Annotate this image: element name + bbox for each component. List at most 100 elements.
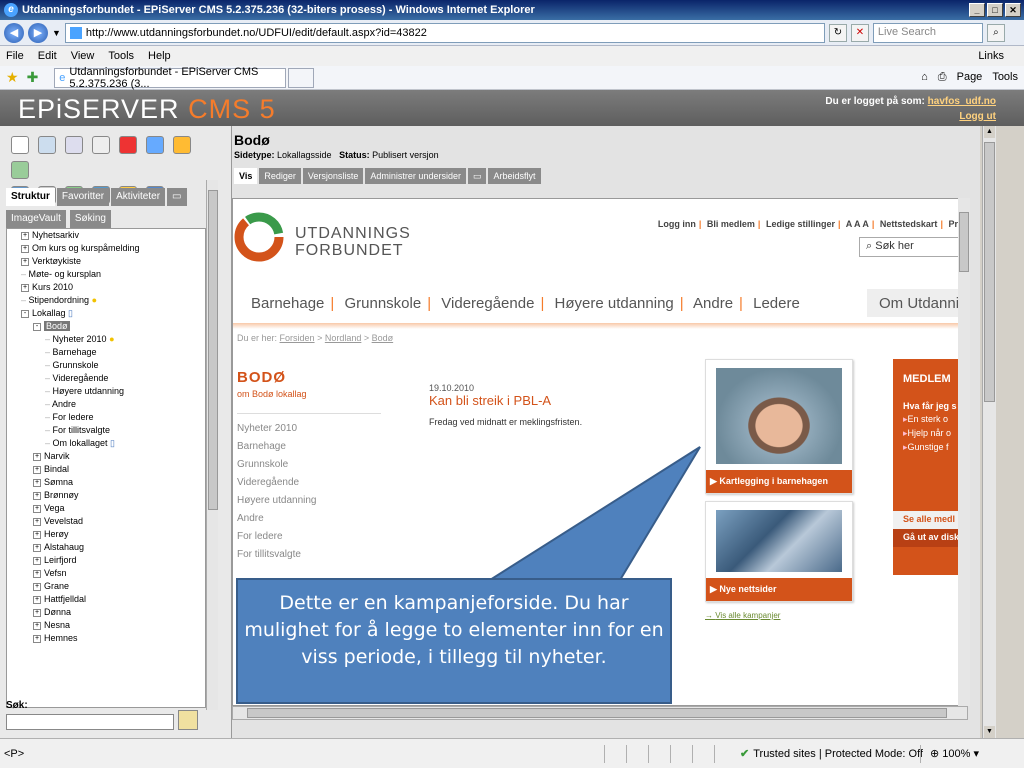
site-vscroll-thumb[interactable]	[959, 212, 969, 272]
refresh-button[interactable]: ↻	[828, 23, 847, 42]
tree-node[interactable]: + Sømna	[7, 476, 205, 489]
tab-struktur[interactable]: Struktur	[6, 188, 55, 206]
stop-button[interactable]: ✕	[850, 23, 869, 42]
more-tabs-icon[interactable]: ▭	[167, 188, 187, 206]
scroll-up-icon[interactable]: ▲	[984, 126, 995, 138]
history-dropdown-icon[interactable]: ▼	[52, 28, 61, 38]
tree-node[interactable]: + Alstahaug	[7, 541, 205, 554]
tree-node[interactable]: + Dønna	[7, 606, 205, 619]
zoom-level[interactable]: ⊕ 100% ▾	[930, 747, 979, 760]
side-nav-item[interactable]: For tillitsvalgte	[237, 546, 381, 564]
site-horizontal-scrollbar[interactable]	[232, 706, 968, 720]
tree-node[interactable]: – Om lokallaget ▯	[7, 437, 205, 450]
menu-edit[interactable]: Edit	[38, 50, 57, 62]
nav-videregaende[interactable]: Videregående	[441, 295, 534, 312]
add-favorites-icon[interactable]: ✚	[27, 69, 39, 86]
nav-ledere[interactable]: Ledere	[753, 295, 800, 312]
expand-icon[interactable]: +	[33, 582, 41, 591]
campaign-caption[interactable]: ▶ Kartlegging i barnehagen	[706, 470, 852, 493]
home-icon[interactable]: ⌂	[921, 71, 928, 84]
page-scroll-thumb[interactable]	[984, 142, 995, 402]
side-nav-item[interactable]: Andre	[237, 510, 381, 528]
expand-icon[interactable]: +	[33, 530, 41, 539]
security-zone[interactable]: ✔ Trusted sites | Protected Mode: Off	[740, 747, 923, 761]
tree-node[interactable]: + Grane	[7, 580, 205, 593]
tab-imagevault[interactable]: ImageVault	[6, 210, 66, 228]
tree-node[interactable]: – Barnehage	[7, 346, 205, 359]
nav-hoyere-utdanning[interactable]: Høyere utdanning	[555, 295, 674, 312]
expand-icon[interactable]: +	[33, 517, 41, 526]
tree-node[interactable]: – Møte- og kursplan	[7, 268, 205, 281]
link-ledige-stillinger[interactable]: Ledige stillinger	[766, 219, 835, 229]
nav-andre[interactable]: Andre	[693, 295, 733, 312]
tree-node[interactable]: – Høyere utdanning	[7, 385, 205, 398]
site-vertical-scrollbar[interactable]	[958, 198, 970, 706]
link-bli-medlem[interactable]: Bli medlem	[707, 219, 755, 229]
tab-vis[interactable]: Vis	[234, 168, 258, 184]
campaign-card-2[interactable]: ▶ Nye nettsider	[705, 501, 853, 602]
font-size-links[interactable]: A A A	[846, 219, 869, 229]
tree-node[interactable]: + Bindal	[7, 463, 205, 476]
tree-node[interactable]: – Videregående	[7, 372, 205, 385]
tree-node[interactable]: + Narvik	[7, 450, 205, 463]
new-page-icon[interactable]	[11, 136, 29, 154]
menu-view[interactable]: View	[71, 50, 95, 62]
tree-node[interactable]: + Om kurs og kurspåmelding	[7, 242, 205, 255]
side-nav-item[interactable]: Nyheter 2010	[237, 420, 381, 438]
news-title-link[interactable]: Kan bli streik i PBL-A	[429, 393, 551, 408]
expand-icon[interactable]: +	[33, 478, 41, 487]
maximize-button[interactable]: □	[987, 3, 1003, 17]
side-nav-item[interactable]: For ledere	[237, 528, 381, 546]
site-hscroll-thumb[interactable]	[247, 708, 947, 718]
username-link[interactable]: havfos_udf.no	[928, 96, 996, 107]
expand-icon[interactable]: +	[33, 491, 41, 500]
side-nav-item[interactable]: Videregående	[237, 474, 381, 492]
expand-icon[interactable]: +	[33, 595, 41, 604]
tree-node[interactable]: + Kurs 2010	[7, 281, 205, 294]
tab-soking[interactable]: Søking	[69, 210, 111, 228]
tree-scroll-thumb[interactable]	[208, 190, 218, 510]
tree-node[interactable]: - Bodø	[7, 320, 205, 333]
expand-icon[interactable]: +	[33, 504, 41, 513]
expand-icon[interactable]: +	[33, 465, 41, 474]
tab-favoritter[interactable]: Favoritter	[56, 188, 110, 206]
expand-icon[interactable]: +	[33, 634, 41, 643]
expand-icon[interactable]: +	[21, 283, 29, 292]
breadcrumb-nordland[interactable]: Nordland	[325, 333, 362, 343]
collapse-icon[interactable]: -	[21, 309, 29, 318]
tree-node[interactable]: + Nyhetsarkiv	[7, 229, 205, 242]
tree-node[interactable]: + Verktøykiste	[7, 255, 205, 268]
tree-node[interactable]: + Herøy	[7, 528, 205, 541]
campaign-card-1[interactable]: ▶ Kartlegging i barnehagen	[705, 359, 853, 494]
tree-node[interactable]: – Andre	[7, 398, 205, 411]
minimize-button[interactable]: _	[969, 3, 985, 17]
tools-menu[interactable]: Tools	[992, 71, 1018, 84]
paste-page-icon[interactable]	[65, 136, 84, 154]
tab-more-icon[interactable]: ▭	[467, 168, 487, 184]
nav-grunnskole[interactable]: Grunnskole	[344, 295, 421, 312]
archive-icon[interactable]	[173, 136, 192, 154]
tree-node[interactable]: – Grunnskole	[7, 359, 205, 372]
tree-scrollbar[interactable]	[206, 180, 218, 710]
breadcrumb-forsiden[interactable]: Forsiden	[280, 333, 315, 343]
favorites-star-icon[interactable]: ★	[6, 69, 19, 86]
window-icon[interactable]	[146, 136, 165, 154]
url-field[interactable]: http://www.utdanningsforbundet.no/UDFUI/…	[64, 22, 825, 43]
search-icon[interactable]: ⌕	[986, 23, 1005, 42]
expand-icon[interactable]: +	[21, 244, 29, 253]
breadcrumb-bodo[interactable]: Bodø	[372, 333, 394, 343]
scroll-down-icon[interactable]: ▼	[984, 726, 995, 738]
left-search-input[interactable]	[6, 714, 174, 730]
se-alle-link[interactable]: Se alle medl	[893, 511, 967, 529]
tree-node[interactable]: + Hemnes	[7, 632, 205, 645]
expand-icon[interactable]: +	[33, 452, 41, 461]
tree-node[interactable]: – For ledere	[7, 411, 205, 424]
expand-icon[interactable]: +	[21, 257, 29, 266]
tab-aktiviteter[interactable]: Aktiviteter	[111, 188, 166, 206]
nav-om-utdanningsforbundet[interactable]: Om Utdannings	[867, 289, 967, 317]
page-scrollbar[interactable]: ▲ ▼	[982, 126, 996, 738]
logout-link[interactable]: Logg ut	[959, 111, 996, 122]
new-tab-button[interactable]	[288, 67, 315, 88]
tree-node[interactable]: – Stipendordning ●	[7, 294, 205, 307]
forward-button[interactable]: ▶	[28, 22, 48, 43]
